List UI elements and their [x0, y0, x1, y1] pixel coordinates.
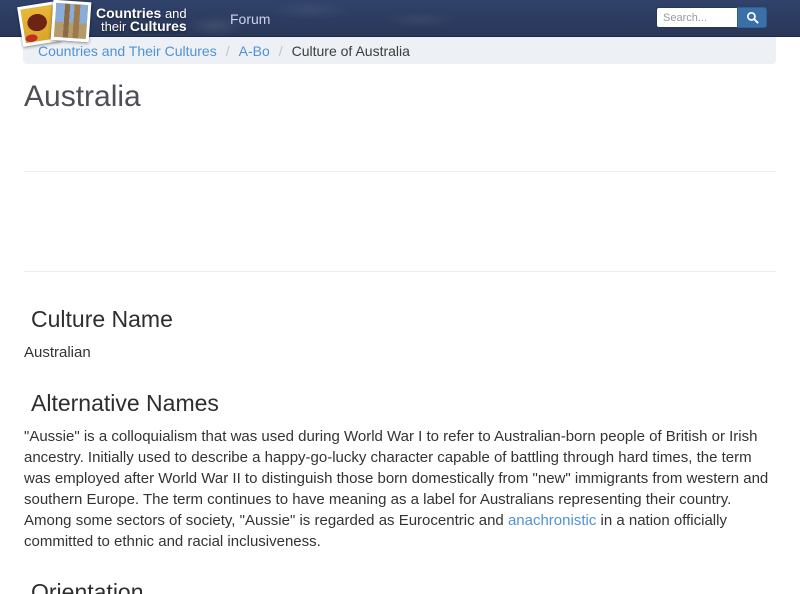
breadcrumb-separator: / [278, 42, 283, 59]
page-title: Australia [24, 80, 141, 113]
site-logo-text: Countries and their Cultures [96, 6, 187, 34]
section-paragraph: "Aussie" is a colloquialism that was use… [24, 426, 776, 552]
empty-ad-slot [24, 113, 776, 171]
breadcrumb-separator: / [225, 42, 230, 59]
section-heading: Orientation [31, 579, 144, 594]
breadcrumb-current-page: Culture of Australia [291, 42, 410, 59]
logo-line2-bold: Cultures [129, 18, 187, 34]
article-content: Australia Culture Name Australian Altern… [0, 81, 800, 594]
search-button[interactable] [737, 7, 767, 28]
horizontal-divider [24, 271, 776, 272]
search-icon [746, 11, 759, 24]
section-heading: Culture Name [31, 306, 173, 332]
section-culture-name: Culture Name Australian [24, 305, 776, 363]
section-alternative-names: Alternative Names "Aussie" is a colloqui… [24, 389, 776, 552]
search-form [656, 7, 767, 28]
section-orientation: Orientation Identification. The name "Au… [24, 578, 776, 594]
logo-photo-moai [50, 0, 92, 43]
top-navbar: Countries and their Cultures Forum [0, 0, 800, 47]
site-logo[interactable]: Countries and their Cultures [17, 0, 187, 47]
breadcrumb-link-home[interactable]: Countries and Their Cultures [38, 43, 217, 59]
section-heading: Alternative Names [31, 390, 219, 416]
inline-link-anachronistic[interactable]: anachronistic [508, 512, 596, 529]
search-input[interactable] [656, 7, 737, 28]
nav-link-forum[interactable]: Forum [230, 11, 270, 27]
empty-ad-slot [24, 172, 776, 271]
breadcrumb-link-a-bo[interactable]: A-Bo [239, 43, 270, 59]
section-paragraph: Australian [24, 344, 91, 361]
logo-line2-rest: their [100, 19, 130, 34]
